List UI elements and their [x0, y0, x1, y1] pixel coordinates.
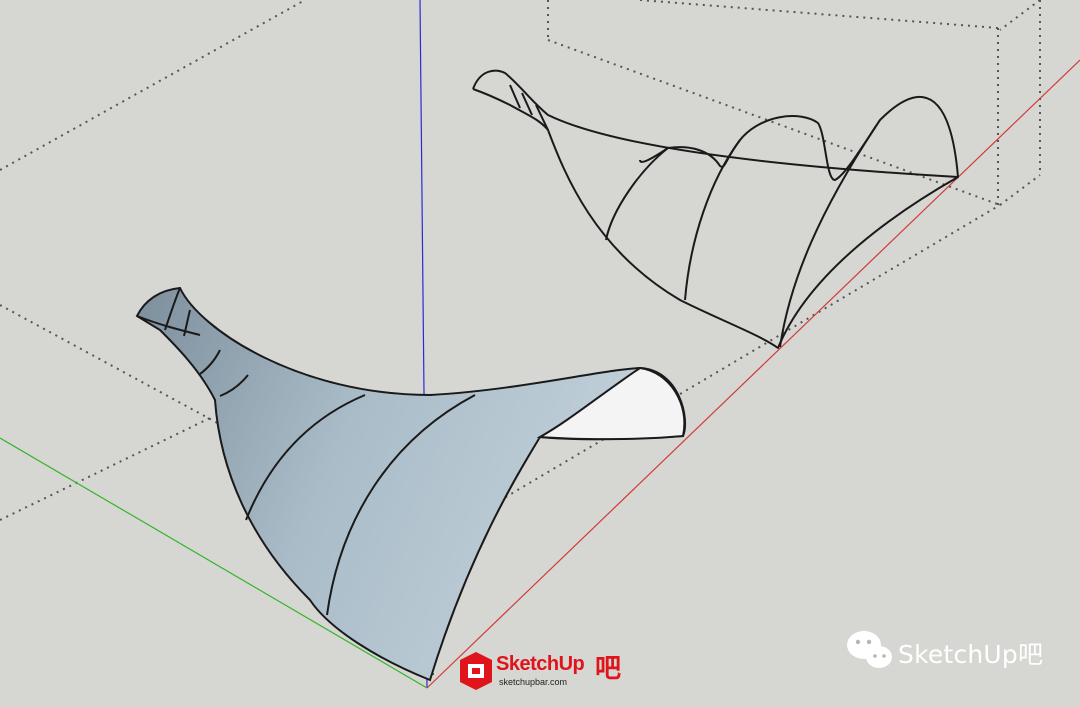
- red-axis: [426, 59, 1080, 689]
- sketchup-logo-icon: [460, 652, 492, 690]
- logo-suffix: 吧: [595, 654, 622, 684]
- logo-url: sketchupbar.com: [499, 677, 568, 687]
- bounding-box-front: [0, 0, 1001, 680]
- wireframe-surface[interactable]: [472, 69, 959, 349]
- logo-text: SketchUp: [496, 653, 585, 675]
- shaded-surface[interactable]: [135, 286, 687, 682]
- modeling-viewport[interactable]: [0, 0, 1080, 702]
- wechat-watermark-label: SketchUp吧: [898, 640, 1044, 669]
- bounding-box-back: [547, 0, 1041, 206]
- wechat-icon: [847, 631, 892, 668]
